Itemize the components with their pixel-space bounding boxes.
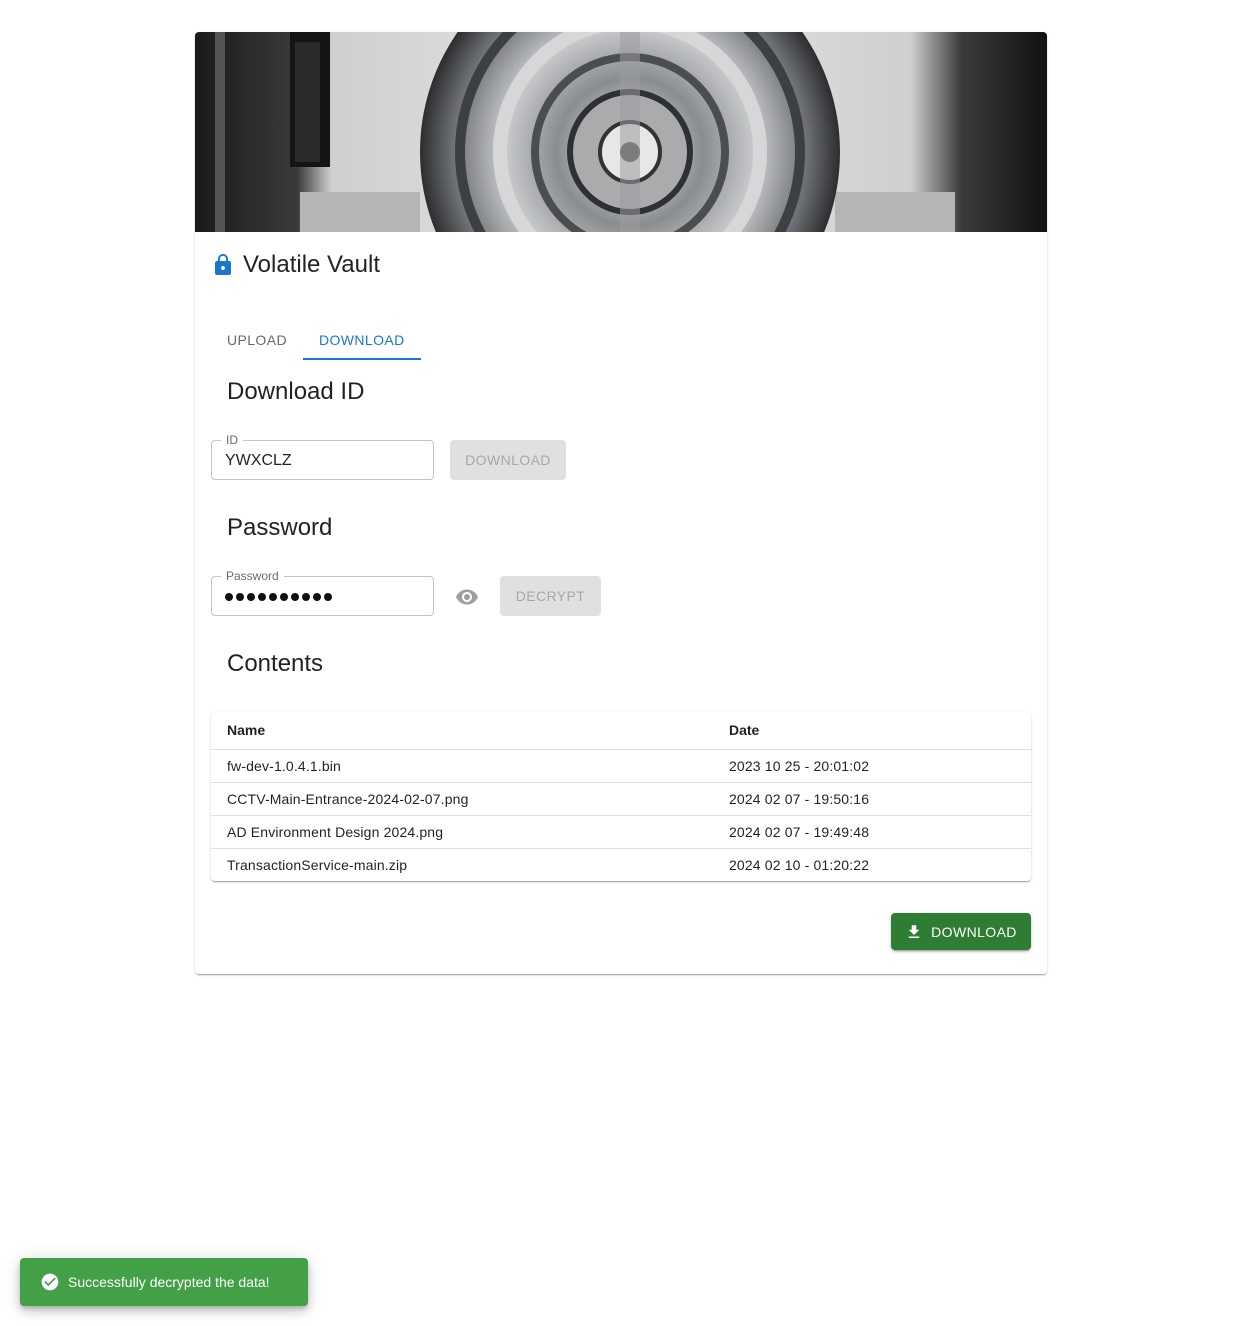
contents-table: Name Date fw-dev-1.0.4.1.bin 2023 10 25 … <box>211 712 1031 881</box>
tab-upload[interactable]: UPLOAD <box>211 320 303 360</box>
column-header-name: Name <box>211 712 713 750</box>
app-title: Volatile Vault <box>243 251 380 278</box>
password-heading: Password <box>227 514 333 541</box>
download-id-field[interactable]: ID YWXCLZ <box>211 433 434 480</box>
download-id-label: ID <box>221 433 243 447</box>
password-label: Password <box>221 569 284 583</box>
download-files-button[interactable]: DOWNLOAD <box>891 913 1031 950</box>
download-id-heading: Download ID <box>227 378 365 405</box>
eye-icon <box>456 589 478 605</box>
column-header-date: Date <box>713 712 1031 750</box>
vault-door-banner <box>195 32 1047 232</box>
file-date: 2024 02 07 - 19:50:16 <box>713 782 1031 816</box>
file-date: 2023 10 25 - 20:01:02 <box>713 749 1031 783</box>
table-row[interactable]: CCTV-Main-Entrance-2024-02-07.png 2024 0… <box>211 782 1031 816</box>
tab-bar: UPLOAD DOWNLOAD <box>211 320 421 360</box>
snackbar-message: Successfully decrypted the data! <box>68 1274 270 1290</box>
password-masked-value[interactable] <box>225 587 332 607</box>
table-row[interactable]: AD Environment Design 2024.png 2024 02 0… <box>211 815 1031 849</box>
file-name: CCTV-Main-Entrance-2024-02-07.png <box>211 782 713 816</box>
contents-heading: Contents <box>227 650 324 677</box>
file-name: fw-dev-1.0.4.1.bin <box>211 749 713 783</box>
download-id-button[interactable]: DOWNLOAD <box>450 440 566 480</box>
password-field[interactable]: Password <box>211 569 434 616</box>
lock-icon <box>215 254 231 275</box>
file-name: AD Environment Design 2024.png <box>211 815 713 849</box>
download-id-value[interactable]: YWXCLZ <box>225 451 292 471</box>
file-name: TransactionService-main.zip <box>227 856 408 873</box>
download-files-label: DOWNLOAD <box>931 923 1017 940</box>
decrypt-button[interactable]: DECRYPT <box>500 576 601 616</box>
download-icon <box>908 924 920 938</box>
file-date: 2024 02 07 - 19:49:48 <box>713 815 1031 849</box>
success-snackbar: Successfully decrypted the data! <box>20 1258 308 1306</box>
table-header-row: Name Date <box>211 712 1031 750</box>
check-circle-icon <box>41 1273 59 1291</box>
file-date: 2024 02 10 - 01:20:22 <box>729 856 870 873</box>
vault-card: Volatile Vault UPLOAD DOWNLOAD Download … <box>195 32 1047 974</box>
table-row[interactable]: fw-dev-1.0.4.1.bin 2023 10 25 - 20:01:02 <box>211 749 1031 783</box>
app-title-row: Volatile Vault <box>211 250 380 280</box>
tab-download[interactable]: DOWNLOAD <box>302 320 421 360</box>
table-row[interactable]: TransactionService-main.zip 2024 02 10 -… <box>211 848 1031 881</box>
toggle-password-visibility-button[interactable] <box>451 581 483 613</box>
